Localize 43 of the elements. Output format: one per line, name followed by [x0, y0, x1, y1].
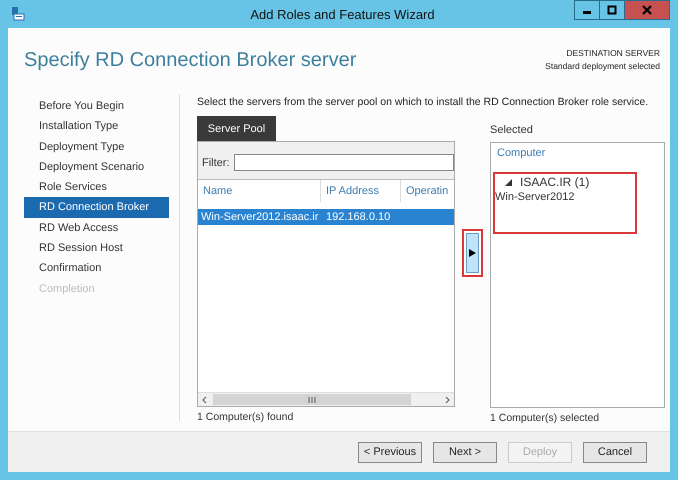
filter-label: Filter: [202, 156, 230, 168]
horizontal-scrollbar[interactable] [198, 392, 454, 406]
grip-icon [308, 396, 316, 402]
wizard-step[interactable]: RD Connection Broker [24, 197, 169, 218]
column-header[interactable]: Name [198, 180, 320, 202]
wizard-button[interactable]: Next > [433, 442, 497, 462]
server-row[interactable]: Win-Server2012.isaac.ir 192.168.0.10 [198, 209, 454, 225]
selected-count: 1 Computer(s) selected [490, 412, 600, 424]
app-icon [10, 6, 26, 22]
maximize-icon [607, 5, 617, 15]
add-button[interactable] [466, 233, 479, 273]
page-title: Specify RD Connection Broker server [24, 49, 356, 73]
found-count: 1 Computer(s) found [197, 411, 294, 423]
play-icon [469, 249, 476, 257]
column-header[interactable]: Operatin [400, 180, 448, 202]
wizard-step[interactable]: Before You Begin [24, 96, 169, 116]
instruction-text: Select the servers from the server pool on which to install the RD Connection Broker role service. [197, 96, 650, 108]
server-pool-tab[interactable]: Server Pool [197, 116, 276, 141]
wizard-step[interactable]: Role Services [24, 177, 169, 198]
wizard-button[interactable]: < Previous [358, 442, 422, 462]
wizard-step[interactable]: Confirmation [24, 258, 169, 279]
wizard-step[interactable]: Installation Type [24, 116, 169, 137]
destination-label: DESTINATION SERVER [566, 48, 660, 58]
server-item[interactable]: Win-Server2012 [495, 191, 635, 203]
column-header[interactable]: Computer [493, 147, 662, 161]
wizard-step[interactable]: RD Session Host [24, 238, 169, 258]
maximize-button[interactable] [599, 0, 625, 20]
wizard-step[interactable]: Deployment Scenario [24, 156, 169, 178]
column-header[interactable]: IP Address [320, 180, 400, 202]
scroll-left-icon [201, 396, 209, 404]
close-icon [642, 5, 652, 15]
window-title: Add Roles and Features Wizard [249, 6, 436, 22]
selected-label: Selected [490, 123, 534, 138]
collapse-icon[interactable] [505, 178, 512, 186]
minimize-button[interactable] [574, 0, 600, 20]
close-button[interactable] [624, 0, 670, 20]
tree-node[interactable]: ISAAC.IR (1) [495, 175, 635, 189]
wizard-step[interactable]: Deployment Type [24, 136, 169, 157]
wizard-button[interactable]: Cancel [583, 442, 647, 462]
destination-value: Standard deployment selected [545, 61, 660, 71]
wizard-step[interactable]: RD Web Access [24, 218, 169, 238]
filter-field[interactable] [234, 154, 454, 171]
scroll-right-icon [443, 396, 451, 404]
